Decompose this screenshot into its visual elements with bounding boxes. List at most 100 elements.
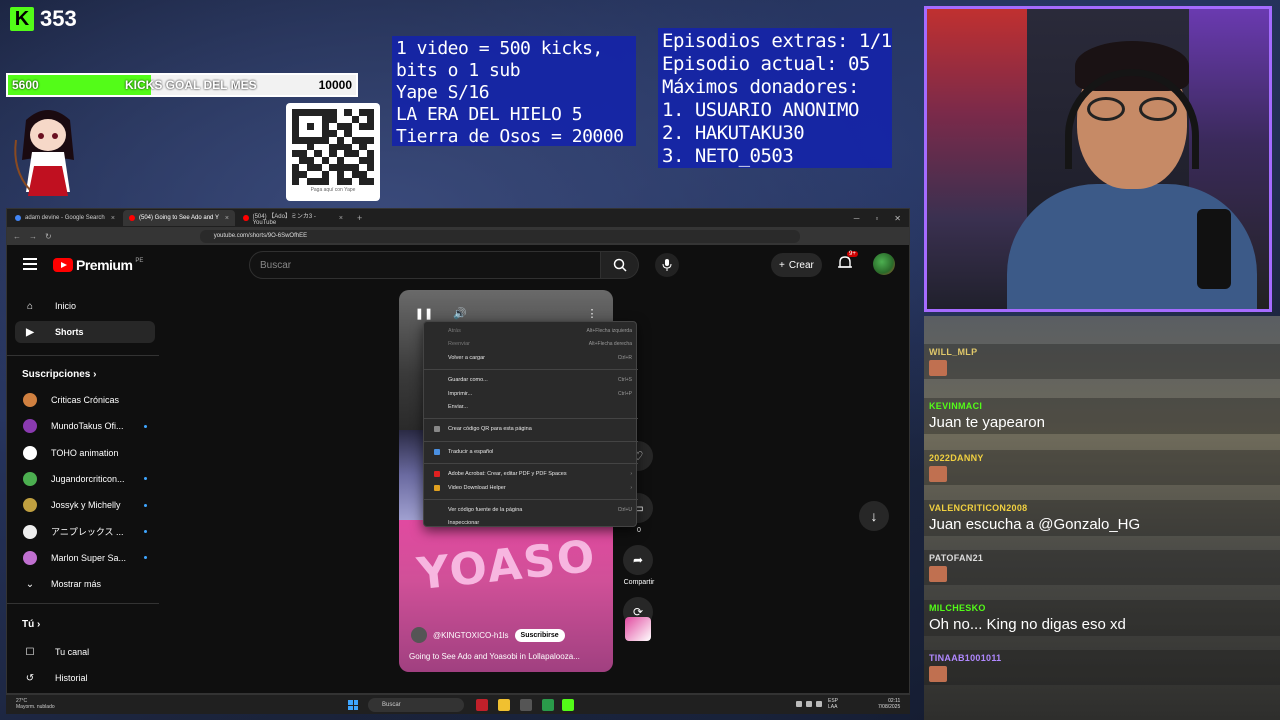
subscribe-button[interactable]: Suscribirse — [514, 628, 565, 642]
account-avatar[interactable] — [873, 253, 895, 275]
glasses-icon — [1085, 97, 1181, 123]
menu-item-shortcut: Ctrl+U — [617, 507, 632, 513]
minimize-icon[interactable]: ─ — [854, 214, 860, 223]
context-menu-item[interactable]: Traducir a español — [424, 446, 638, 458]
remix-thumbnail[interactable] — [625, 617, 651, 641]
sidebar-subscription[interactable]: MundoTakus Ofi... — [15, 415, 155, 437]
app-icon[interactable] — [542, 699, 554, 711]
sidebar-item-label: Tu canal — [55, 647, 90, 657]
context-menu-item[interactable]: Ver código fuente de la página Ctrl+U — [424, 504, 638, 516]
tray-icons[interactable] — [796, 701, 822, 707]
favicon-icon — [243, 215, 249, 221]
hamburger-menu-icon[interactable] — [23, 258, 37, 270]
menu-item-icon — [434, 484, 440, 491]
chat-username: MILCHESKO — [929, 603, 986, 613]
bell-icon — [838, 256, 852, 268]
sidebar-item-shorts[interactable]: ▶ Shorts — [15, 321, 155, 343]
lang-layout: LAA — [828, 704, 838, 710]
close-tab-icon[interactable]: × — [111, 215, 115, 222]
close-tab-icon[interactable]: × — [339, 215, 343, 222]
taskbar-search[interactable]: Buscar — [368, 698, 464, 712]
kick-logo-icon: K — [10, 7, 34, 31]
subscriptions-heading[interactable]: Suscripciones › — [22, 369, 96, 380]
context-menu: Atrás Alt+Flecha izquierda Reenviar Alt+Fle… — [423, 321, 638, 529]
volume-icon[interactable]: 🔊 — [453, 306, 467, 320]
menu-item-shortcut: Ctrl+S — [617, 377, 632, 384]
reload-icon[interactable]: ↻ — [45, 232, 52, 241]
sidebar-subscription[interactable]: アニプレックス ... — [15, 521, 155, 543]
short-title[interactable]: Going to See Ado and Yoasobi in Lollapal… — [409, 652, 609, 661]
url-field[interactable]: youtube.com/shorts/9O-6SwOfhEE — [199, 229, 800, 243]
sidebar-item-history[interactable]: ↺ Historial — [15, 667, 155, 689]
search-button[interactable] — [601, 251, 639, 279]
notification-badge: 9+ — [847, 251, 858, 257]
sidebar-item-channel[interactable]: ☐ Tu canal — [15, 641, 155, 663]
tab-label: (504) Going to See Ado and Y — [139, 215, 219, 221]
notifications-button[interactable]: 9+ — [837, 251, 858, 273]
menu-item-icon — [434, 426, 440, 433]
logo-text: Premium — [76, 257, 133, 273]
new-content-dot — [144, 477, 147, 481]
forward-icon[interactable]: → — [29, 232, 37, 241]
next-short-button[interactable]: ↓ — [859, 501, 889, 531]
close-icon[interactable]: ✕ — [894, 214, 901, 223]
context-menu-item[interactable]: Enviar... — [424, 401, 638, 413]
new-content-dot — [144, 503, 147, 507]
channel-name[interactable]: @KINGTOXICO-h1ls — [433, 631, 509, 640]
sidebar: ⌂ Inicio ▶ Shorts Suscripciones › Criticas Cr… — [7, 285, 159, 693]
pause-icon[interactable]: ❚❚ — [415, 306, 433, 320]
maximize-icon[interactable]: ▫ — [875, 214, 878, 223]
you-heading[interactable]: Tú › — [22, 619, 40, 630]
sidebar-subscription[interactable]: Criticas Crónicas — [15, 389, 155, 411]
emote-icon — [929, 466, 947, 482]
qr-caption: Paga aquí con Yape — [310, 187, 356, 193]
browser-tab[interactable]: adam devine - Google Search × — [9, 210, 121, 226]
weather-widget[interactable]: 27°C Mayorm. nublado — [16, 698, 55, 710]
folder-icon[interactable] — [498, 699, 510, 711]
context-menu-item[interactable]: Imprimir... Ctrl+P — [424, 388, 638, 400]
browser-tab[interactable]: (504) 【Ado】ミンカ3 - YouTube × — [237, 210, 349, 226]
sidebar-subscription[interactable]: TOHO animation — [15, 442, 155, 464]
channel-avatar[interactable] — [411, 627, 427, 643]
search-input[interactable]: Buscar — [249, 251, 601, 279]
app-icon[interactable] — [562, 699, 574, 711]
share-button[interactable]: ➦ — [623, 545, 653, 575]
subscription-label: Jossyk y Michelly — [51, 500, 121, 511]
create-button[interactable]: + Crear — [771, 253, 822, 277]
sidebar-item-inicio[interactable]: ⌂ Inicio — [15, 295, 155, 317]
language-indicator[interactable]: ESP LAA — [828, 698, 838, 710]
context-menu-item[interactable]: Video Download Helper › — [424, 482, 638, 494]
new-content-dot — [144, 556, 147, 560]
sidebar-subscription[interactable]: Jossyk y Michelly — [15, 494, 155, 516]
create-label: Crear — [788, 259, 814, 271]
windows-start-icon[interactable] — [348, 700, 358, 710]
new-tab-icon[interactable]: + — [357, 213, 362, 223]
voice-search-button[interactable] — [655, 253, 679, 277]
channel-avatar — [23, 524, 37, 539]
menu-separator — [424, 440, 638, 442]
close-tab-icon[interactable]: × — [225, 215, 229, 222]
youtube-play-icon — [53, 258, 73, 272]
browser-tab[interactable]: (504) Going to See Ado and Y × — [123, 210, 235, 226]
context-menu-item[interactable]: Inspeccionar — [424, 517, 638, 529]
webcam-feed — [924, 6, 1272, 312]
app-icon[interactable] — [476, 699, 488, 711]
youtube-logo[interactable]: Premium PE — [53, 257, 143, 273]
mascot-icon — [14, 110, 74, 196]
sidebar-subscription[interactable]: Marlon Super Sa... — [15, 547, 155, 569]
app-icon[interactable] — [520, 699, 532, 711]
menu-item-label: Reenviar — [448, 341, 471, 348]
sidebar-item-label: Historial — [55, 673, 88, 683]
more-options-icon[interactable]: ⋮ — [585, 306, 599, 320]
context-menu-item[interactable]: Volver a cargar Ctrl+R — [424, 352, 638, 364]
context-menu-item[interactable]: Guardar como... Ctrl+S — [424, 374, 638, 386]
sidebar-subscription[interactable]: Jugandorcriticon... — [15, 468, 155, 490]
context-menu-item[interactable]: Crear código QR para esta página — [424, 423, 638, 435]
back-icon[interactable]: ← — [13, 232, 21, 241]
show-more-button[interactable]: ⌄ Mostrar más — [15, 573, 155, 595]
context-menu-item[interactable]: Adobe Acrobat: Crear, editar PDF y PDF S… — [424, 468, 638, 480]
clock[interactable]: 02:11 7/08/2025 — [878, 698, 900, 710]
context-menu-item: Reenviar Alt+Flecha derecha — [424, 338, 638, 350]
menu-item-icon — [434, 471, 440, 478]
context-menu-item: Atrás Alt+Flecha izquierda — [424, 325, 638, 337]
